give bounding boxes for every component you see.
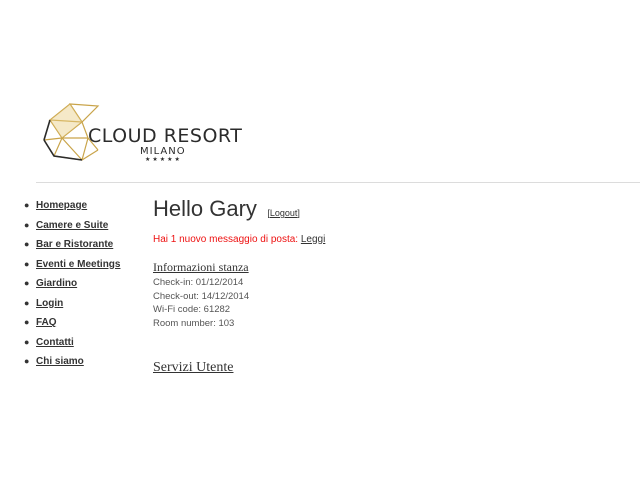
nav-item-contatti: ● Contatti: [24, 337, 120, 357]
cloud-resort-logo: CLOUD RESORT MILANO ★★★★★: [40, 98, 250, 168]
nav-link-bar-e-ristorante[interactable]: Bar e Ristorante: [36, 239, 113, 250]
check-out-date: Check-out: 14/12/2014: [153, 290, 250, 302]
nav-item-login: ● Login: [24, 298, 120, 318]
greeting-heading: Hello Gary: [153, 196, 257, 221]
greeting-line: Hello Gary [Logout]: [153, 196, 623, 226]
nav-link-login[interactable]: Login: [36, 298, 63, 309]
logout-link-label[interactable]: Logout: [270, 208, 298, 218]
user-services-title[interactable]: Servizi Utente: [153, 360, 623, 376]
nav-item-faq: ● FAQ: [24, 317, 120, 337]
bullet-icon: ●: [24, 239, 30, 249]
nav-item-giardino: ● Giardino: [24, 278, 120, 298]
nav-link-chi-siamo[interactable]: Chi siamo: [36, 356, 84, 367]
nav-item-eventi-e-meetings: ● Eventi e Meetings: [24, 259, 120, 279]
wifi-code: Wi-Fi code: 61282: [153, 304, 231, 315]
bullet-icon: ●: [24, 336, 30, 347]
bullet-icon: ●: [24, 356, 30, 366]
room-number: Room number: 103: [153, 317, 235, 329]
nav-link-faq[interactable]: FAQ: [36, 317, 57, 328]
check-in-date: Check-in: 01/12/2014: [153, 277, 244, 288]
bullet-icon: ●: [24, 297, 30, 308]
bullet-icon: ●: [24, 278, 30, 288]
room-info-details: Check-in: 01/12/2014 Check-out: 14/12/20…: [153, 276, 623, 330]
mail-notification-text: Hai 1 nuovo messaggio di posta:: [153, 234, 299, 245]
bullet-icon: ●: [24, 258, 30, 269]
header-divider: [36, 182, 640, 183]
nav-item-camere-e-suite: ● Camere e Suite: [24, 220, 120, 240]
brand-name: CLOUD RESORT: [88, 125, 243, 147]
mail-notification: Hai 1 nuovo messaggio di posta: Leggi: [153, 234, 623, 245]
nav-link-giardino[interactable]: Giardino: [36, 278, 77, 289]
bullet-icon: ●: [24, 317, 30, 327]
brand-stars: ★★★★★: [145, 157, 182, 163]
bullet-icon: ●: [24, 219, 30, 230]
logout-link[interactable]: [Logout]: [267, 208, 300, 218]
room-info-title[interactable]: Informazioni stanza: [153, 260, 623, 275]
nav-link-contatti[interactable]: Contatti: [36, 337, 74, 348]
nav-item-bar-e-ristorante: ● Bar e Ristorante: [24, 239, 120, 259]
read-message-link[interactable]: Leggi: [301, 234, 325, 245]
main-content: Hello Gary [Logout] Hai 1 nuovo messaggi…: [153, 196, 623, 376]
nav-item-homepage: ● Homepage: [24, 200, 120, 220]
nav-link-homepage[interactable]: Homepage: [36, 200, 87, 211]
bullet-icon: ●: [24, 200, 30, 210]
nav-link-camere-e-suite[interactable]: Camere e Suite: [36, 220, 108, 231]
nav-link-eventi-e-meetings[interactable]: Eventi e Meetings: [36, 259, 120, 270]
nav-item-chi-siamo: ● Chi siamo: [24, 356, 120, 376]
sidebar-nav: ● Homepage ● Camere e Suite ● Bar e Ristora…: [24, 200, 120, 376]
